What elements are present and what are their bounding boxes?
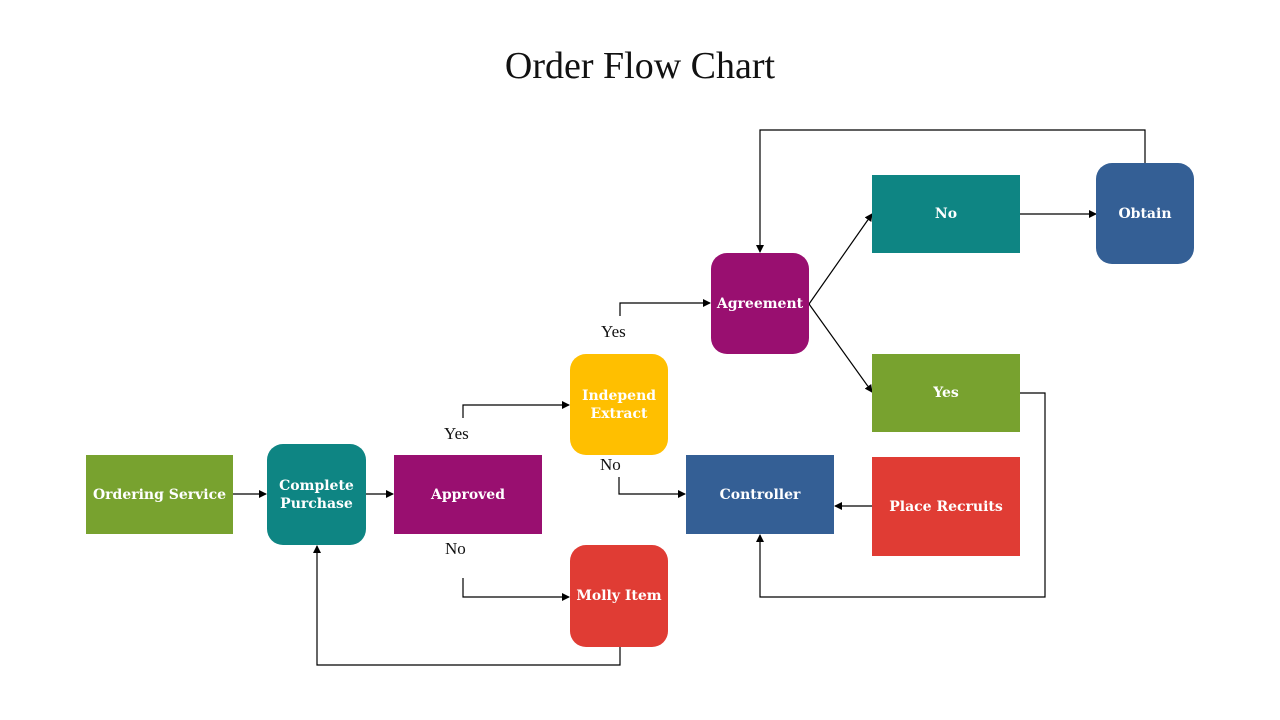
- node-controller[interactable]: Controller: [686, 455, 834, 534]
- node-label: Independ Extract: [581, 387, 657, 422]
- node-label: Controller: [719, 486, 801, 503]
- node-obtain[interactable]: Obtain: [1096, 163, 1194, 264]
- node-yes[interactable]: Yes: [872, 354, 1020, 432]
- node-label: Yes: [933, 385, 959, 401]
- arrow-agreement-to-no: [808, 213, 873, 305]
- node-label: No: [934, 206, 958, 222]
- arrow-agreement-to-yes: [808, 303, 873, 393]
- label-extract-yes: Yes: [601, 322, 626, 341]
- arrow-extract-yes-to-agreement: [619, 299, 711, 316]
- node-agreement[interactable]: Agreement: [711, 253, 809, 354]
- node-label: Approved: [431, 486, 505, 503]
- label-approved-no: No: [445, 539, 466, 558]
- node-no[interactable]: No: [872, 175, 1020, 253]
- node-molly-item[interactable]: Molly Item: [570, 545, 668, 647]
- node-complete-purchase[interactable]: Complete Purchase: [267, 444, 366, 545]
- arrow-approved-yes-to-extract: [462, 401, 570, 418]
- node-independ-extract[interactable]: Independ Extract: [570, 354, 668, 455]
- label-approved-yes: Yes: [444, 424, 469, 443]
- node-label: Complete Purchase: [279, 477, 354, 512]
- arrow-approved-no-to-molly: [462, 578, 570, 601]
- arrow-extract-no-to-controller: [618, 477, 686, 498]
- node-approved[interactable]: Approved: [394, 455, 542, 534]
- label-extract-no: No: [600, 455, 621, 474]
- node-label: Obtain: [1118, 205, 1172, 222]
- node-label: Agreement: [716, 295, 804, 312]
- node-place-recruits[interactable]: Place Recruits: [872, 457, 1020, 556]
- node-label: Ordering Service: [92, 486, 227, 503]
- node-label: Place Recruits: [889, 498, 1003, 515]
- node-label: Molly Item: [576, 588, 662, 604]
- node-ordering-service[interactable]: Ordering Service: [86, 455, 233, 534]
